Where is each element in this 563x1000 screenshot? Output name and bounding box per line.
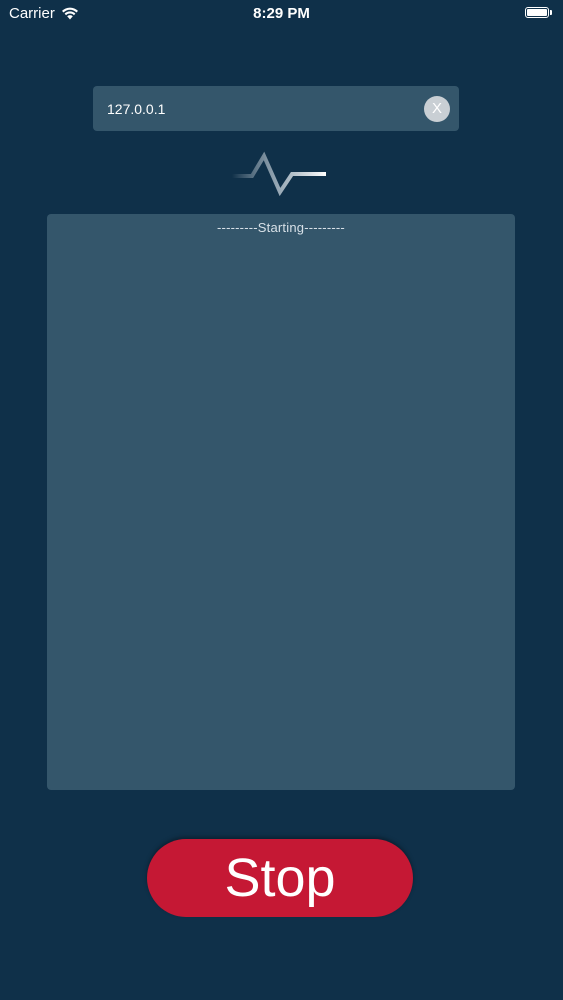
clear-input-button[interactable]: X (424, 96, 450, 122)
host-input[interactable] (107, 86, 407, 131)
log-panel: ---------Starting--------- (47, 214, 515, 790)
log-line-starting: ---------Starting--------- (217, 220, 345, 235)
stop-button[interactable]: Stop (147, 839, 413, 917)
battery-icon (525, 7, 552, 18)
host-field[interactable]: X (93, 86, 459, 131)
status-bar: Carrier 8:29 PM (0, 0, 563, 30)
status-time: 8:29 PM (253, 5, 310, 22)
activity-pulse-icon (232, 151, 326, 197)
